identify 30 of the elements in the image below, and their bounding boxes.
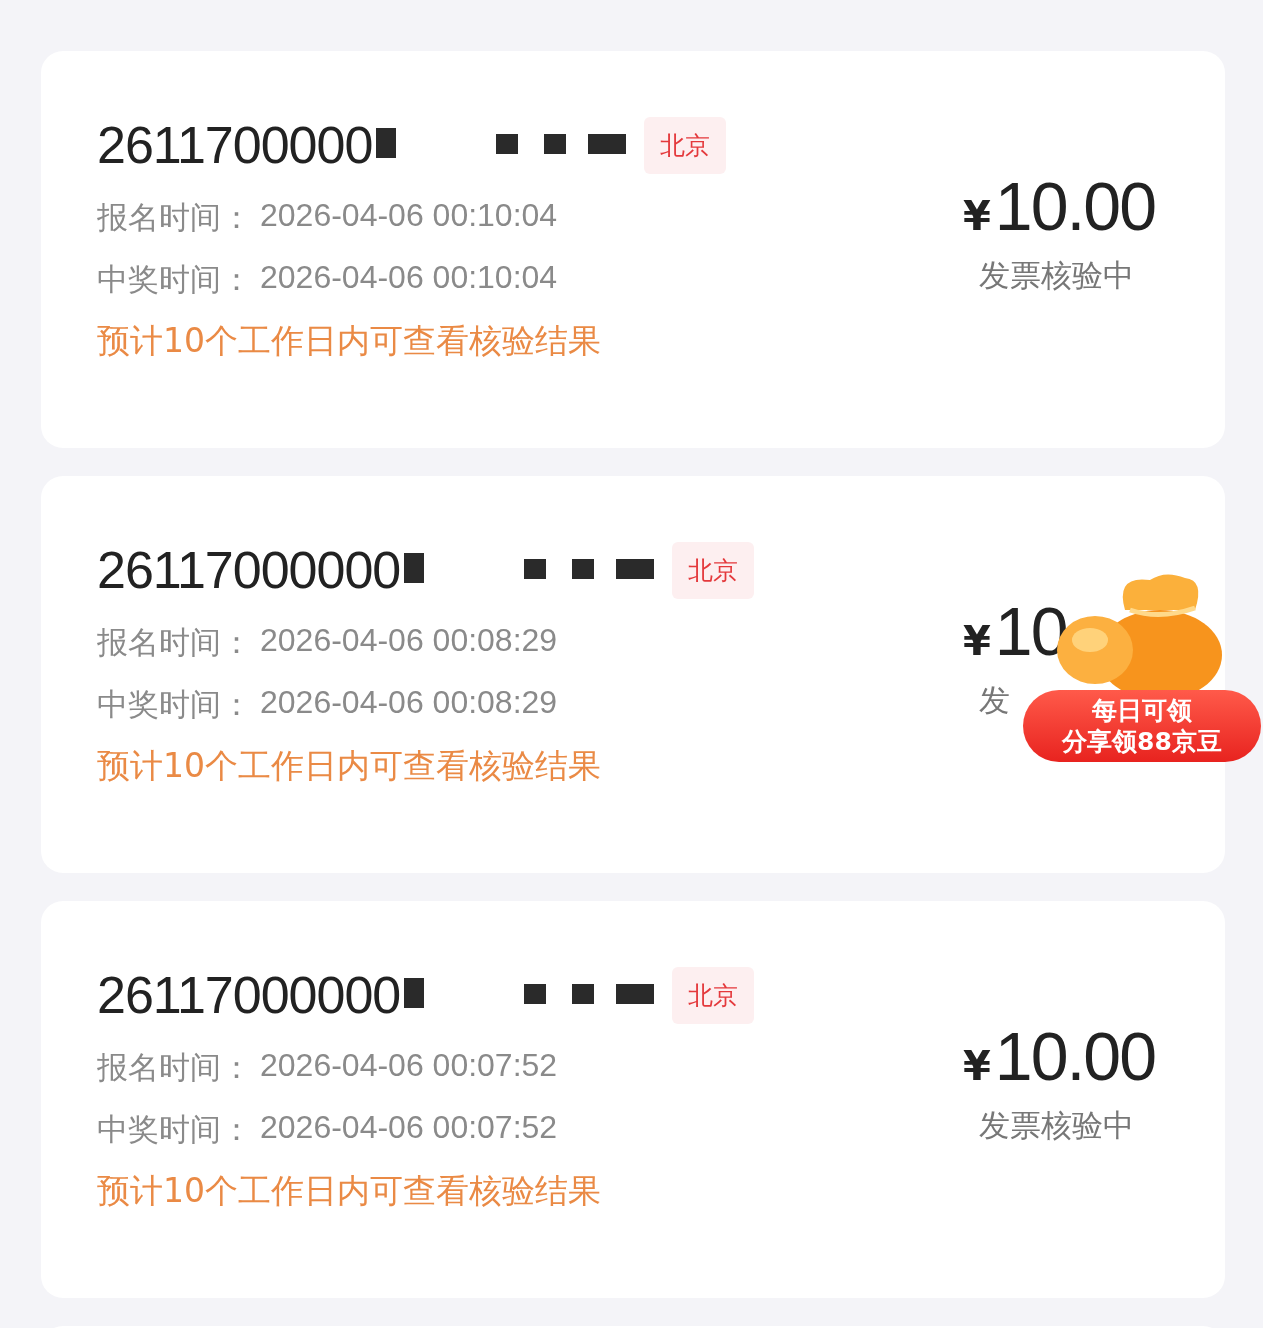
record-number: 2611700000	[97, 115, 373, 175]
win-time: 2026-04-06 00:07:52	[260, 1109, 558, 1147]
currency-sign: ¥	[963, 618, 991, 664]
status-text: 发	[979, 681, 1010, 720]
signup-time: 2026-04-06 00:08:29	[260, 622, 558, 660]
record-number: 26117000000	[97, 965, 401, 1025]
currency-sign: ¥	[963, 1043, 991, 1089]
signup-label: 报名时间：	[97, 623, 252, 662]
signup-label: 报名时间：	[97, 1048, 252, 1087]
region-tag: 北京	[644, 116, 727, 174]
currency-sign: ¥	[963, 193, 991, 239]
signup-label: 报名时间：	[97, 198, 252, 237]
notice-text: 预计10个工作日内可查看核验结果	[97, 1170, 602, 1212]
amount: 10.00	[994, 167, 1155, 245]
notice-text: 预计10个工作日内可查看核验结果	[97, 320, 602, 362]
win-time: 2026-04-06 00:10:04	[260, 259, 558, 297]
record-number: 26117000000	[97, 540, 401, 600]
win-time: 2026-04-06 00:08:29	[260, 684, 558, 722]
signup-time: 2026-04-06 00:07:52	[260, 1047, 558, 1085]
status-text: 发票核验中	[979, 1106, 1134, 1145]
region-tag: 北京	[672, 966, 755, 1024]
signup-time: 2026-04-06 00:10:04	[260, 197, 558, 235]
promo-badge[interactable]: 每日可领 分享领88京豆	[1023, 690, 1261, 762]
region-tag: 北京	[672, 541, 755, 599]
amount: 10.00	[994, 1017, 1155, 1095]
notice-text: 预计10个工作日内可查看核验结果	[97, 745, 602, 787]
win-label: 中奖时间：	[97, 685, 252, 724]
win-label: 中奖时间：	[97, 1110, 252, 1149]
win-label: 中奖时间：	[97, 260, 252, 299]
status-text: 发票核验中	[979, 256, 1134, 295]
